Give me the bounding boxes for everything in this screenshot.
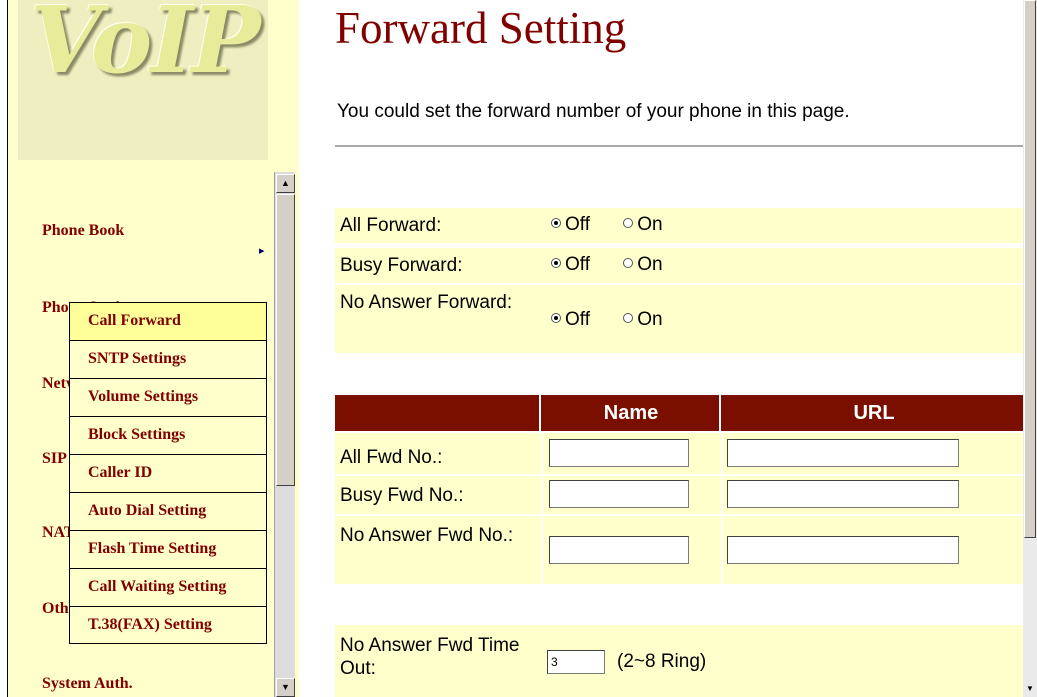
scroll-up-icon[interactable]: ▲ bbox=[276, 174, 295, 193]
table-row: All Fwd No.: bbox=[335, 433, 1025, 474]
radio-label-off: Off bbox=[565, 254, 590, 275]
radio-unchecked-icon[interactable] bbox=[623, 312, 634, 323]
radio-unchecked-icon[interactable] bbox=[623, 217, 634, 228]
no-answer-fwd-name-input[interactable] bbox=[549, 536, 689, 564]
no-answer-forward-radio-group: Off On bbox=[551, 309, 691, 331]
submenu-sntp-settings[interactable]: SNTP Settings bbox=[70, 341, 266, 379]
busy-forward-off-option[interactable]: Off bbox=[551, 254, 590, 275]
all-forward-radio-group: Off On bbox=[551, 214, 691, 236]
row-label-cell: All Fwd No.: bbox=[335, 433, 541, 474]
forward-table-header: Name URL bbox=[335, 395, 1025, 431]
name-cell bbox=[543, 433, 721, 474]
busy-fwd-url-input[interactable] bbox=[727, 480, 959, 508]
left-scrollbar[interactable]: ▲ ▼ bbox=[274, 172, 295, 697]
header-blank-cell bbox=[335, 395, 541, 431]
logo-text: VoIP bbox=[30, 0, 261, 94]
no-answer-forward-label: No Answer Forward: bbox=[340, 292, 513, 313]
right-scrollbar-thumb[interactable] bbox=[1024, 0, 1036, 538]
menu-sip[interactable]: SIP bbox=[42, 450, 67, 468]
submenu-arrow-icon: ▸ bbox=[259, 245, 265, 257]
table-row: No Answer Fwd No.: bbox=[335, 516, 1025, 584]
menu-system-auth[interactable]: System Auth. bbox=[42, 675, 133, 693]
busy-fwd-no-label: Busy Fwd No.: bbox=[340, 485, 464, 506]
busy-forward-row: Busy Forward: Off On bbox=[335, 248, 1025, 283]
scroll-down-icon[interactable]: ▼ bbox=[276, 678, 295, 697]
page-title: Forward Setting bbox=[335, 3, 627, 53]
header-name: Name bbox=[543, 395, 721, 431]
menu-phone-book[interactable]: Phone Book bbox=[42, 222, 124, 240]
submenu-block-settings[interactable]: Block Settings bbox=[70, 417, 266, 455]
url-cell bbox=[723, 433, 1025, 474]
busy-forward-label: Busy Forward: bbox=[340, 255, 463, 276]
voip-logo: VoIP bbox=[18, 0, 268, 160]
all-fwd-no-label: All Fwd No.: bbox=[340, 447, 443, 468]
divider bbox=[335, 145, 1025, 147]
table-row: Busy Fwd No.: bbox=[335, 476, 1025, 514]
submenu-volume-settings[interactable]: Volume Settings bbox=[70, 379, 266, 417]
frame-border bbox=[0, 0, 8, 697]
busy-fwd-name-input[interactable] bbox=[549, 480, 689, 508]
all-forward-off-option[interactable]: Off bbox=[551, 214, 590, 235]
radio-label-on: On bbox=[637, 309, 663, 330]
no-answer-timeout-row: No Answer Fwd Time Out: (2~8 Ring) bbox=[335, 625, 1025, 697]
all-fwd-url-input[interactable] bbox=[727, 439, 959, 467]
all-forward-label: All Forward: bbox=[340, 215, 442, 236]
left-nav-frame: VoIP Phone Book ▸ Phone Setting Network … bbox=[0, 0, 299, 697]
submenu-call-forward[interactable]: Call Forward bbox=[70, 303, 266, 341]
no-answer-forward-row: No Answer Forward: Off On bbox=[335, 285, 1025, 353]
radio-label-on: On bbox=[637, 214, 663, 235]
submenu-call-waiting-setting[interactable]: Call Waiting Setting bbox=[70, 569, 266, 607]
left-scrollbar-thumb[interactable] bbox=[276, 194, 295, 486]
header-url: URL bbox=[853, 402, 895, 424]
url-cell bbox=[723, 516, 1025, 584]
submenu-t38-fax-setting[interactable]: T.38(FAX) Setting bbox=[70, 607, 266, 643]
name-cell bbox=[543, 516, 721, 584]
row-label-cell: No Answer Fwd No.: bbox=[335, 516, 541, 584]
submenu-caller-id[interactable]: Caller ID bbox=[70, 455, 266, 493]
radio-label-off: Off bbox=[565, 309, 590, 330]
radio-label-on: On bbox=[637, 254, 663, 275]
busy-forward-on-option[interactable]: On bbox=[623, 254, 663, 275]
submenu-auto-dial-setting[interactable]: Auto Dial Setting bbox=[70, 493, 266, 531]
page-description: You could set the forward number of your… bbox=[337, 101, 850, 122]
radio-checked-icon[interactable] bbox=[551, 257, 561, 268]
no-answer-timeout-label: No Answer Fwd Time Out: bbox=[340, 635, 520, 679]
all-fwd-name-input[interactable] bbox=[549, 439, 689, 467]
no-answer-fwd-url-input[interactable] bbox=[727, 536, 959, 564]
content-frame: Forward Setting You could set the forwar… bbox=[299, 0, 1025, 697]
no-answer-forward-off-option[interactable]: Off bbox=[551, 309, 590, 330]
busy-forward-radio-group: Off On bbox=[551, 254, 691, 276]
all-forward-row: All Forward: Off On bbox=[335, 208, 1025, 243]
no-answer-timeout-input[interactable] bbox=[547, 650, 605, 674]
url-cell bbox=[723, 476, 1025, 514]
timeout-range-hint: (2~8 Ring) bbox=[617, 651, 707, 672]
scroll-down-icon[interactable]: ▼ bbox=[1024, 681, 1036, 697]
right-scrollbar[interactable]: ▼ bbox=[1023, 0, 1037, 697]
phone-setting-submenu: Call Forward SNTP Settings Volume Settin… bbox=[69, 302, 267, 644]
submenu-flash-time-setting[interactable]: Flash Time Setting bbox=[70, 531, 266, 569]
radio-unchecked-icon[interactable] bbox=[623, 257, 634, 268]
all-forward-on-option[interactable]: On bbox=[623, 214, 663, 235]
name-cell bbox=[543, 476, 721, 514]
radio-checked-icon[interactable] bbox=[551, 312, 561, 323]
radio-checked-icon[interactable] bbox=[551, 217, 561, 228]
no-answer-fwd-no-label: No Answer Fwd No.: bbox=[340, 525, 514, 546]
radio-label-off: Off bbox=[565, 214, 590, 235]
row-label-cell: Busy Fwd No.: bbox=[335, 476, 541, 514]
no-answer-forward-on-option[interactable]: On bbox=[623, 309, 663, 330]
